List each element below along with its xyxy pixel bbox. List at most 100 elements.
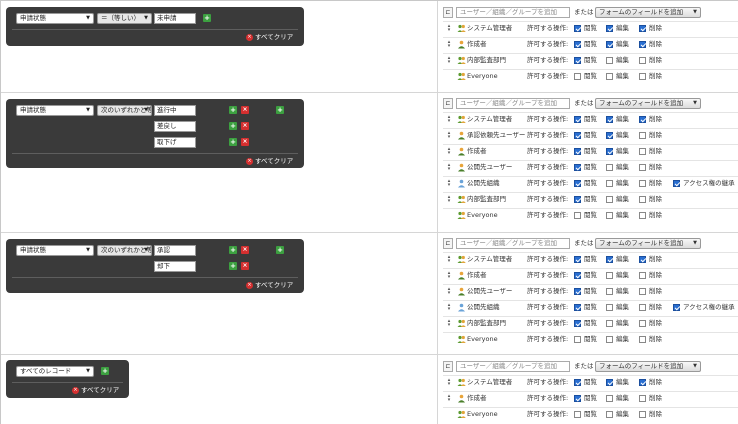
drag-handle-icon[interactable]: ▴ ▾ <box>447 56 451 65</box>
view-checkbox[interactable] <box>574 411 581 418</box>
view-checkbox[interactable] <box>574 41 581 48</box>
delete-checkbox[interactable] <box>639 336 646 343</box>
view-checkbox[interactable] <box>574 212 581 219</box>
add-condition-button[interactable]: + <box>101 367 109 375</box>
edit-checkbox[interactable] <box>606 304 613 311</box>
delete-checkbox[interactable] <box>639 272 646 279</box>
delete-checkbox[interactable] <box>639 116 646 123</box>
drag-handle-icon[interactable]: ▴ ▾ <box>447 394 451 403</box>
delete-checkbox[interactable] <box>639 57 646 64</box>
condition-operator-select[interactable]: 次のいずれかと等しい▼ <box>97 105 152 116</box>
drag-handle-icon[interactable]: ▴ ▾ <box>447 287 451 296</box>
delete-checkbox[interactable] <box>639 256 646 263</box>
view-checkbox[interactable] <box>574 148 581 155</box>
add-value-button[interactable]: + <box>229 262 237 270</box>
edit-checkbox[interactable] <box>606 25 613 32</box>
delete-checkbox[interactable] <box>639 320 646 327</box>
add-value-button[interactable]: + <box>229 246 237 254</box>
view-checkbox[interactable] <box>574 288 581 295</box>
edit-checkbox[interactable] <box>606 379 613 386</box>
add-value-button[interactable]: + <box>229 106 237 114</box>
drag-handle-icon[interactable]: ▴ ▾ <box>447 131 451 140</box>
view-checkbox[interactable] <box>574 272 581 279</box>
view-checkbox[interactable] <box>574 57 581 64</box>
delete-checkbox[interactable] <box>639 25 646 32</box>
edit-checkbox[interactable] <box>606 148 613 155</box>
condition-value-input[interactable]: 却下 <box>154 261 196 272</box>
add-field-button[interactable]: フォームのフィールドを追加 ▼ <box>595 98 701 109</box>
view-checkbox[interactable] <box>574 395 581 402</box>
edit-checkbox[interactable] <box>606 256 613 263</box>
delete-checkbox[interactable] <box>639 196 646 203</box>
condition-operator-select[interactable]: ＝（等しい） ▼ <box>97 13 152 24</box>
delete-checkbox[interactable] <box>639 379 646 386</box>
drag-handle-icon[interactable]: ▴ ▾ <box>447 24 451 33</box>
remove-value-button[interactable]: × <box>241 262 249 270</box>
remove-value-button[interactable]: × <box>241 106 249 114</box>
clear-all-button[interactable]: × すべてクリア <box>246 33 293 41</box>
condition-value-input[interactable]: 進行中 <box>154 105 196 116</box>
view-checkbox[interactable] <box>574 320 581 327</box>
remove-value-button[interactable]: × <box>241 246 249 254</box>
add-condition-button[interactable]: + <box>203 14 211 22</box>
edit-checkbox[interactable] <box>606 336 613 343</box>
delete-checkbox[interactable] <box>639 132 646 139</box>
drag-handle-icon[interactable]: ▴ ▾ <box>447 303 451 312</box>
add-entity-input[interactable]: ユーザー／組織／グループを追加 <box>456 238 570 249</box>
add-field-button[interactable]: フォームのフィールドを追加 ▼ <box>595 7 701 18</box>
delete-checkbox[interactable] <box>639 41 646 48</box>
view-checkbox[interactable] <box>574 336 581 343</box>
drag-handle-icon[interactable]: ▴ ▾ <box>447 195 451 204</box>
inherit-checkbox[interactable] <box>673 180 680 187</box>
edit-checkbox[interactable] <box>606 41 613 48</box>
drag-handle-icon[interactable]: ▴ ▾ <box>447 271 451 280</box>
view-checkbox[interactable] <box>574 379 581 386</box>
condition-value-input[interactable]: 差戻し <box>154 121 196 132</box>
delete-checkbox[interactable] <box>639 395 646 402</box>
view-checkbox[interactable] <box>574 25 581 32</box>
condition-field-select[interactable]: 申請状態 ▼ <box>16 105 94 116</box>
clear-all-button[interactable]: × すべてクリア <box>246 157 293 165</box>
add-entity-input[interactable]: ユーザー／組織／グループを追加 <box>456 98 570 109</box>
view-checkbox[interactable] <box>574 116 581 123</box>
edit-checkbox[interactable] <box>606 320 613 327</box>
edit-checkbox[interactable] <box>606 411 613 418</box>
org-tree-icon[interactable]: ⊏ <box>443 361 453 372</box>
view-checkbox[interactable] <box>574 304 581 311</box>
condition-value-input[interactable]: 承認 <box>154 245 196 256</box>
delete-checkbox[interactable] <box>639 288 646 295</box>
delete-checkbox[interactable] <box>639 411 646 418</box>
edit-checkbox[interactable] <box>606 57 613 64</box>
drag-handle-icon[interactable]: ▴ ▾ <box>447 115 451 124</box>
add-entity-input[interactable]: ユーザー／組織／グループを追加 <box>456 361 570 372</box>
add-field-button[interactable]: フォームのフィールドを追加 ▼ <box>595 361 701 372</box>
drag-handle-icon[interactable]: ▴ ▾ <box>447 378 451 387</box>
drag-handle-icon[interactable]: ▴ ▾ <box>447 319 451 328</box>
delete-checkbox[interactable] <box>639 164 646 171</box>
drag-handle-icon[interactable]: ▴ ▾ <box>447 40 451 49</box>
view-checkbox[interactable] <box>574 180 581 187</box>
condition-value-input[interactable]: 取下げ <box>154 137 196 148</box>
edit-checkbox[interactable] <box>606 196 613 203</box>
remove-value-button[interactable]: × <box>241 138 249 146</box>
remove-value-button[interactable]: × <box>241 122 249 130</box>
edit-checkbox[interactable] <box>606 132 613 139</box>
drag-handle-icon[interactable]: ▴ ▾ <box>447 163 451 172</box>
add-value-button[interactable]: + <box>229 138 237 146</box>
condition-field-select[interactable]: 申請状態 ▼ <box>16 245 94 256</box>
view-checkbox[interactable] <box>574 164 581 171</box>
clear-all-button[interactable]: × すべてクリア <box>246 281 293 289</box>
condition-field-select[interactable]: すべてのレコード ▼ <box>16 366 94 377</box>
view-checkbox[interactable] <box>574 256 581 263</box>
edit-checkbox[interactable] <box>606 288 613 295</box>
add-condition-button[interactable]: + <box>276 246 284 254</box>
clear-all-button[interactable]: × すべてクリア <box>72 386 119 394</box>
delete-checkbox[interactable] <box>639 304 646 311</box>
condition-value-input[interactable]: 未申請 <box>154 13 196 24</box>
edit-checkbox[interactable] <box>606 272 613 279</box>
add-field-button[interactable]: フォームのフィールドを追加 ▼ <box>595 238 701 249</box>
view-checkbox[interactable] <box>574 132 581 139</box>
edit-checkbox[interactable] <box>606 212 613 219</box>
edit-checkbox[interactable] <box>606 395 613 402</box>
org-tree-icon[interactable]: ⊏ <box>443 98 453 109</box>
